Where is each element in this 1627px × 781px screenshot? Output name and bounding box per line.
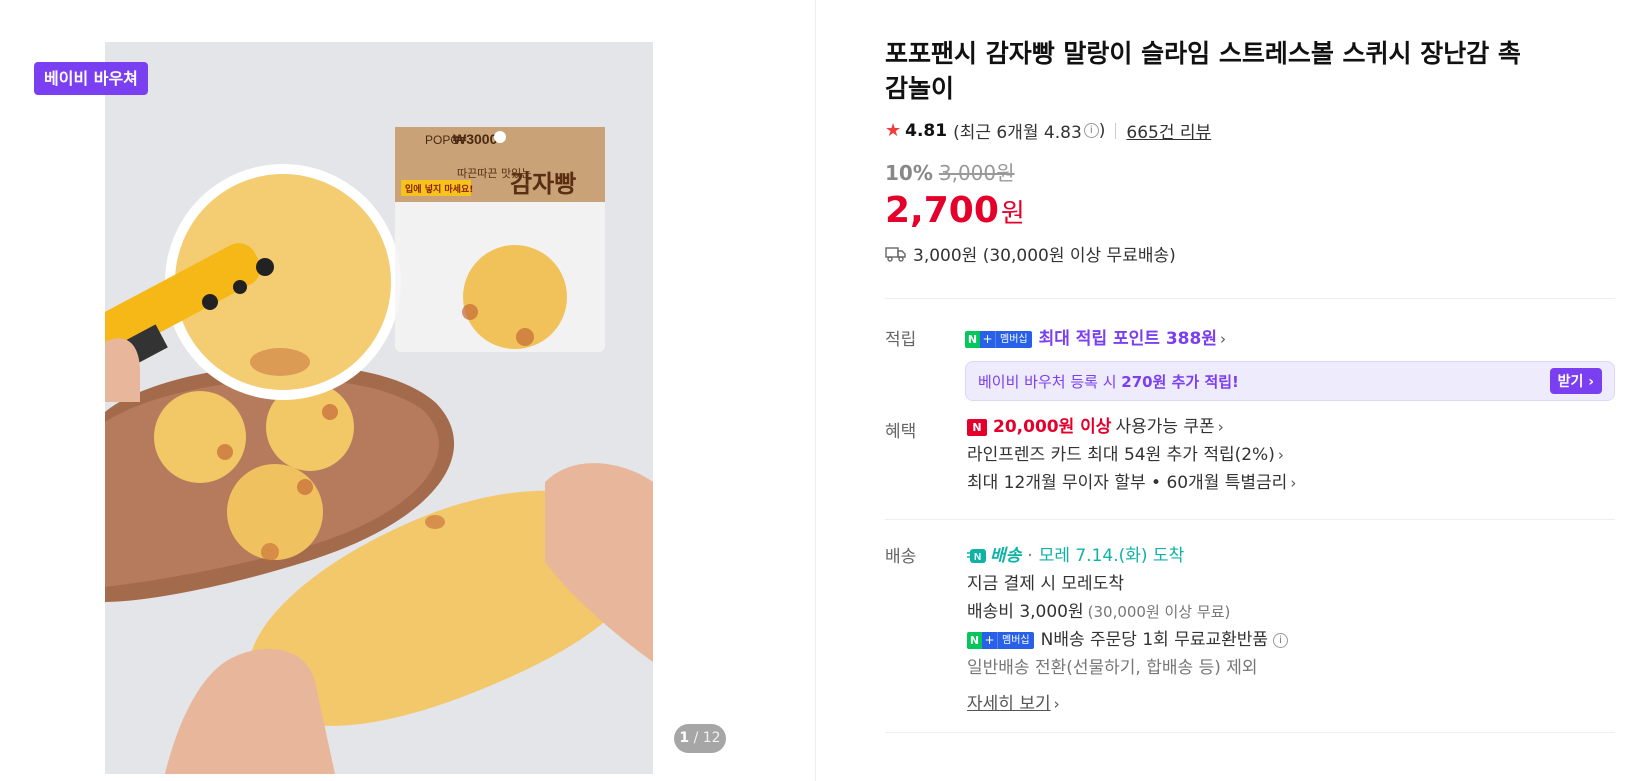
badge-n: N [967,631,982,649]
star-icon: ★ [885,120,902,141]
n-delivery-label: 배송 [990,546,1022,566]
voucher-bold: 270원 추가 [1121,372,1200,391]
badge-membership: 멤버십 [997,631,1034,649]
badge-membership: 멤버십 [995,330,1032,348]
chevron-right-icon: › [1053,695,1060,713]
naver-plus-membership-badge: N + 멤버십 [967,631,1034,649]
coupon-n-icon: N [967,418,987,436]
section-divider [885,732,1615,733]
badge-n: N [965,330,980,348]
n-delivery-icon: N [967,549,986,563]
voucher-banner: 베이비 바우처 등록 시 270원 추가 적립! 받기 › [965,361,1615,401]
section-divider [885,298,1615,299]
rating-score: 4.81 [905,120,948,141]
card-benefit-text: 라인프렌즈 카드 최대 54원 추가 적립(2%) [967,445,1275,465]
benefit-section: 혜택 N 20,000원 이상 사용가능 쿠폰 › 라인프렌즈 카드 최대 54… [885,413,1615,497]
image-counter-current: 1 [679,730,690,746]
naver-plus-membership-badge: N + 멤버십 [965,330,1032,348]
product-image[interactable]: POPO ₩3000 따끈따끈 맛있는 감자빵 입에 넣지 마세요! [105,42,653,774]
coupon-text: 사용가능 쿠폰 [1115,417,1215,437]
coupon-minimum: 20,000원 이상 [993,417,1112,437]
chevron-right-icon: › [1277,446,1284,464]
arrival-date: 모레 7.14.(화) 도착 [1038,546,1185,566]
delivery-fee: 배송비 3,000원 [967,602,1084,622]
chevron-right-icon: › [1219,330,1226,348]
voucher-prefix: 베이비 바우처 등록 시 [978,372,1122,391]
recent-rating-close: ) [1098,120,1106,141]
delivery-fee-row: 배송비 3,000원 (30,000원 이상 무료) [967,598,1615,626]
free-exchange-text: N배송 주문당 1회 무료교환반품 [1040,630,1269,650]
column-divider [815,0,816,781]
get-button-label: 받기 [1557,374,1584,390]
product-gallery: POPO ₩3000 따끈따끈 맛있는 감자빵 입에 넣지 마세요! 베이비 바… [0,0,815,781]
svg-text:N: N [974,552,981,563]
original-price: 3,000원 [938,161,1015,185]
product-photo-illustration: POPO ₩3000 따끈따끈 맛있는 감자빵 입에 넣지 마세요! [105,42,653,774]
installment-link[interactable]: 최대 12개월 무이자 할부 • 60개월 특별금리 › [967,469,1615,497]
review-count-link[interactable]: 665건 리뷰 [1126,118,1211,143]
more-details-label: 자세히 보기 [967,694,1051,714]
voucher-suffix: 적립! [1199,372,1239,391]
divider [1115,122,1117,139]
package-name: 감자빵 [510,170,576,198]
card-benefit-link[interactable]: 라인프렌즈 카드 최대 54원 추가 적립(2%) › [967,441,1615,469]
benefit-label: 혜택 [885,422,917,442]
baby-voucher-badge: 베이비 바우쳐 [34,62,148,95]
get-voucher-button[interactable]: 받기 › [1549,368,1602,394]
voucher-banner-text: 베이비 바우처 등록 시 270원 추가 적립! [978,371,1239,392]
dot-separator: · [1027,546,1033,566]
delivery-arrival-row: N 배송 · 모레 7.14.(화) 도착 [967,542,1615,570]
coupon-link[interactable]: N 20,000원 이상 사용가능 쿠폰 › [967,413,1615,441]
currency-unit: 원 [1000,199,1025,229]
free-exchange-row: N + 멤버십 N배송 주문당 1회 무료교환반품 i [967,626,1615,654]
max-points-link[interactable]: N + 멤버십 최대 적립 포인트 388원 › [965,325,1615,353]
sale-price-row: 2,700 원 [885,190,1615,231]
more-details-link[interactable]: 자세히 보기 › [967,690,1615,718]
discount-row: 10% 3,000원 [885,157,1615,186]
exception-text: 일반배송 전환(선물하기, 합배송 등) 제외 [967,658,1258,678]
max-points-text: 최대 적립 포인트 388원 [1038,329,1217,349]
shipping-fee-text: 3,000원 (30,000원 이상 무료배송) [913,246,1176,266]
image-counter: 1 / 12 [674,724,726,753]
section-divider [885,519,1615,520]
delivery-fee-note: (30,000원 이상 무료) [1087,603,1231,621]
image-counter-total: / 12 [693,730,721,746]
reward-section: 적립 N + 멤버십 최대 적립 포인트 388원 › 베이비 바우처 등록 시… [885,325,1615,401]
delivery-section: 배송 N 배송 · 모레 7.14.(화) 도착 지금 결제 시 모레도착 배송… [885,542,1615,718]
discount-rate: 10% [885,161,933,185]
shipping-row: 3,000원 (30,000원 이상 무료배송) [885,241,1615,266]
recent-rating: (최근 6개월 4.83 [953,123,1082,143]
product-info: 포포팬시 감자빵 말랑이 슬라임 스트레스볼 스퀴시 장난감 촉감놀이 ★ 4.… [885,36,1615,733]
reward-label: 적립 [885,330,917,350]
badge-plus: + [980,330,995,348]
delivery-label: 배송 [885,547,917,567]
pay-now-text: 지금 결제 시 모레도착 [967,574,1124,594]
chevron-right-icon: › [1290,474,1297,492]
sale-price: 2,700 [885,190,999,231]
chevron-right-icon: › [1217,418,1224,436]
info-icon[interactable]: i [1083,123,1099,138]
product-title: 포포팬시 감자빵 말랑이 슬라임 스트레스볼 스퀴시 장난감 촉감놀이 [885,39,1521,103]
package-warning: 입에 넣지 마세요! [405,183,473,195]
installment-text: 최대 12개월 무이자 할부 • 60개월 특별금리 [967,473,1288,493]
rating-row: ★ 4.81 (최근 6개월 4.83 i ) 665건 리뷰 [885,118,1615,143]
badge-plus: + [982,631,997,649]
info-icon[interactable]: i [1273,632,1289,648]
package-price: ₩3000 [453,131,498,147]
truck-icon [885,246,906,262]
